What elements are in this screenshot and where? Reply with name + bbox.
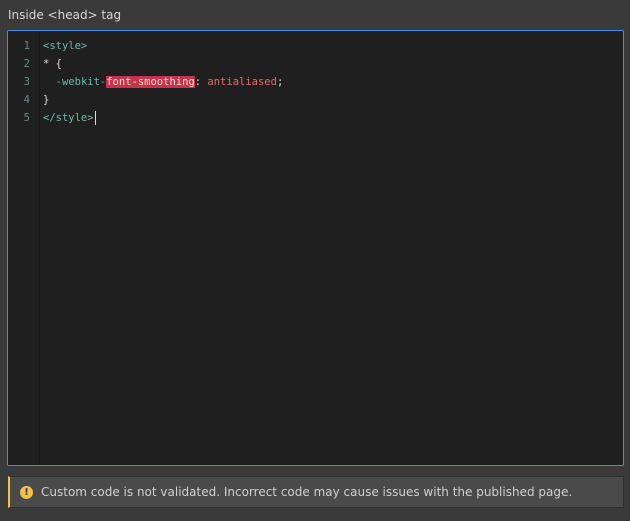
validation-warning: ! Custom code is not validated. Incorrec… xyxy=(8,476,624,508)
property-value: antialiased xyxy=(207,76,277,88)
line-number: 1 xyxy=(23,40,30,52)
property-prefix: -webkit- xyxy=(55,76,107,88)
semicolon: ; xyxy=(276,76,284,88)
highlighted-property: font-smoothing xyxy=(106,76,195,88)
line-number: 2 xyxy=(23,58,30,70)
code-line: -webkit-font-smoothing: antialiased; xyxy=(43,73,283,91)
code-line: } xyxy=(43,94,50,106)
code-content[interactable]: <style> * { -webkit-font-smoothing: anti… xyxy=(43,31,283,125)
field-label: Inside <head> tag xyxy=(8,8,122,22)
line-number: 5 xyxy=(23,112,30,124)
code-editor[interactable]: 1 2 3 4 5 <style> * { -webkit-font-smoot… xyxy=(7,30,624,466)
exclamation-circle-icon: ! xyxy=(20,485,33,499)
line-number: 3 xyxy=(23,76,30,88)
colon: : xyxy=(194,76,208,88)
closing-tag: </style> xyxy=(43,112,94,124)
code-line: * { xyxy=(43,58,62,70)
text-cursor xyxy=(94,111,96,125)
code-line: <style> xyxy=(43,40,88,52)
warning-text: Custom code is not validated. Incorrect … xyxy=(41,485,573,499)
line-number-gutter: 1 2 3 4 5 xyxy=(8,31,40,465)
code-line: </style> xyxy=(43,109,96,127)
line-number: 4 xyxy=(23,94,30,106)
